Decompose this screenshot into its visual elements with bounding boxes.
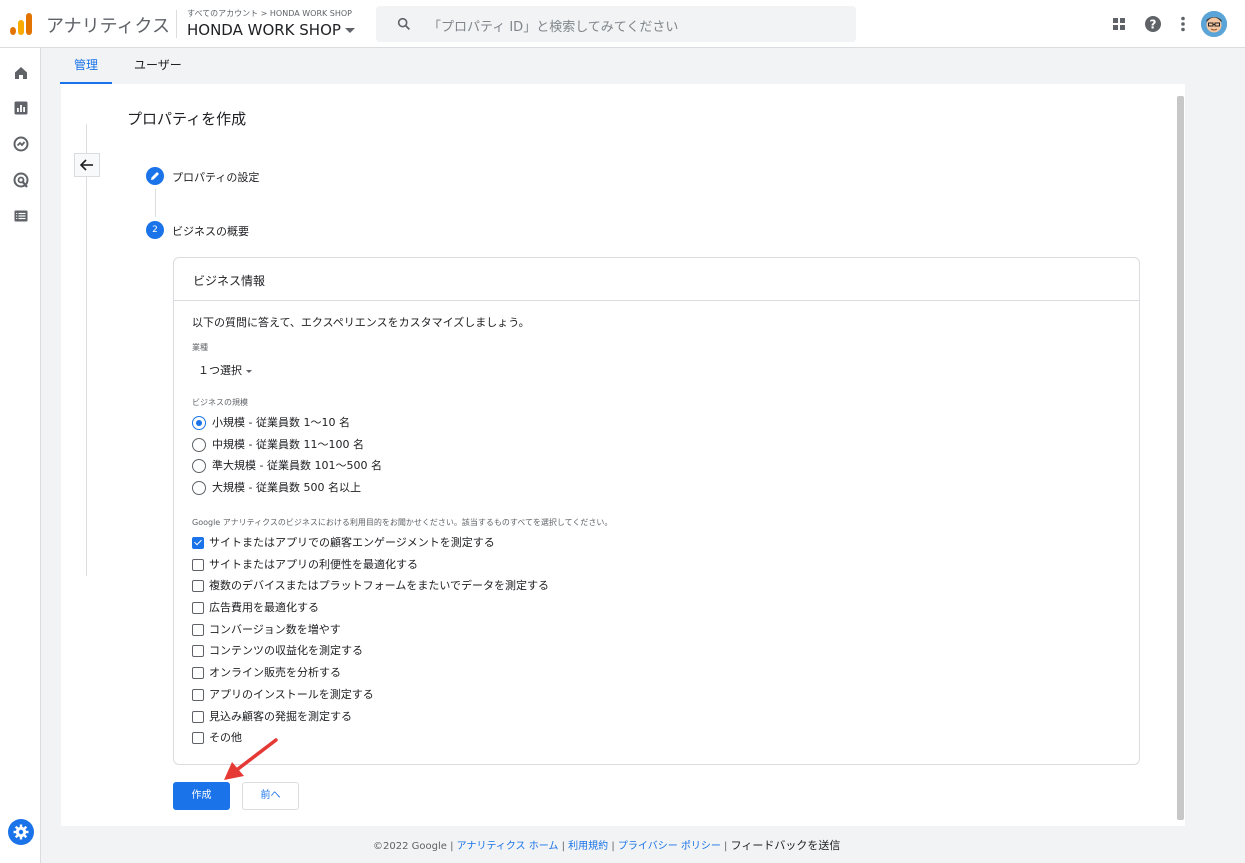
checkbox[interactable] [192,689,204,701]
page-title: プロパティを作成 [127,110,247,128]
reports-icon[interactable] [12,99,30,117]
step-property-settings[interactable]: プロパティの設定 [172,169,259,185]
card-title: ビジネス情報 [193,274,266,288]
home-icon[interactable] [12,64,30,82]
admin-settings-button[interactable] [8,819,34,845]
checkbox[interactable] [192,537,204,549]
arrow-back-icon [79,159,93,171]
previous-button[interactable]: 前へ [242,782,299,810]
radio-button[interactable] [192,481,206,495]
tab-admin[interactable]: 管理 [60,48,113,84]
advertising-icon[interactable] [12,171,30,189]
radio-label: 大規模 - 従業員数 500 名以上 [212,481,361,494]
industry-label: 業種 [192,343,208,352]
step-connector [155,189,156,217]
checkbox-label: 見込み顧客の発掘を測定する [209,710,352,723]
search-icon [397,17,410,30]
radio-label: 小規模 - 従業員数 1～10 名 [212,416,350,429]
checkbox-label: 複数のデバイスまたはプラットフォームをまたいでデータを測定する [209,579,550,592]
left-nav [0,48,41,863]
step-business-overview: ビジネスの概要 [172,225,249,238]
avatar[interactable] [1201,11,1227,37]
checkbox-label: オンライン販売を分析する [209,666,341,679]
step-number: 2 [146,221,164,239]
step-edit-icon [146,167,164,185]
tab-users[interactable]: ユーザー [120,48,196,84]
caret-down-icon [344,28,355,33]
purpose-label: Google アナリティクスのビジネスにおける利用目的をお聞かせください。該当す… [192,518,613,527]
analytics-home-link[interactable]: アナリティクス ホーム [457,841,559,852]
checkbox-label: サイトまたはアプリの利便性を最適化する [209,558,418,571]
checkbox[interactable] [192,711,204,723]
divider [176,10,177,38]
card-header: ビジネス情報 [174,258,1139,301]
panel-divider [86,124,87,576]
checkbox[interactable] [192,602,204,614]
terms-link[interactable]: 利用規約 [568,841,608,852]
breadcrumb[interactable]: すべてのアカウント > HONDA WORK SHOP [187,8,352,19]
apps-grid-icon[interactable] [1109,14,1129,34]
top-bar: アナリティクス すべてのアカウント > HONDA WORK SHOP HOND… [0,0,1245,48]
radio-button[interactable] [192,459,206,473]
back-button[interactable] [74,153,100,177]
search-box[interactable]: 「プロパティ ID」と検索してみてください [376,6,856,42]
checkbox[interactable] [192,667,204,679]
footer-separator: | [608,841,618,852]
search-input[interactable]: 「プロパティ ID」と検索してみてください [428,16,678,35]
caret-down-icon [246,369,252,373]
checkbox[interactable] [192,624,204,636]
radio-button[interactable] [192,438,206,452]
app-name: アナリティクス [46,16,171,37]
checkbox-label: 広告費用を最適化する [209,601,319,614]
footer-separator: | [720,841,731,852]
checkbox[interactable] [192,732,204,744]
gear-icon [13,824,29,840]
analytics-logo-icon[interactable] [10,13,34,35]
radio-button[interactable] [192,416,206,430]
privacy-link[interactable]: プライバシー ポリシー [618,841,721,852]
explore-icon[interactable] [12,135,30,153]
radio-label: 中規模 - 従業員数 11～100 名 [212,438,364,451]
intro-text: 以下の質問に答えて、エクスペリエンスをカスタマイズしましょう。 [192,316,530,329]
footer: ©2022 Google | アナリティクス ホーム | 利用規約 | プライバ… [373,837,840,853]
help-icon[interactable]: ? [1143,14,1163,34]
create-button[interactable]: 作成 [173,782,230,810]
checkbox-label: コンテンツの収益化を測定する [209,644,363,657]
annotation-arrow-icon [224,738,278,780]
checkbox[interactable] [192,580,204,592]
avatar-face-icon [1201,11,1227,37]
feedback-link[interactable]: フィードバックを送信 [731,839,841,852]
footer-separator: | [558,841,569,852]
account-selector[interactable]: HONDA WORK SHOP [187,21,355,39]
checkbox-label: サイトまたはアプリでの顧客エンゲージメントを測定する [209,536,495,549]
radio-label: 準大規模 - 従業員数 101～500 名 [212,459,382,472]
account-name: HONDA WORK SHOP [187,21,341,39]
checkbox-label: コンバージョン数を増やす [209,623,341,636]
more-vert-icon[interactable] [1173,14,1193,34]
scrollbar[interactable] [1177,96,1184,820]
checkbox-label: アプリのインストールを測定する [209,688,374,701]
configure-list-icon[interactable] [12,207,30,225]
footer-separator: | [446,841,457,852]
svg-text:?: ? [1150,18,1157,32]
industry-select-value: １つ選択 [198,364,242,377]
checkbox[interactable] [192,645,204,657]
industry-select[interactable]: １つ選択 [198,362,252,378]
checkbox[interactable] [192,559,204,571]
copyright: ©2022 Google [373,841,447,852]
business-size-label: ビジネスの規模 [192,398,248,407]
